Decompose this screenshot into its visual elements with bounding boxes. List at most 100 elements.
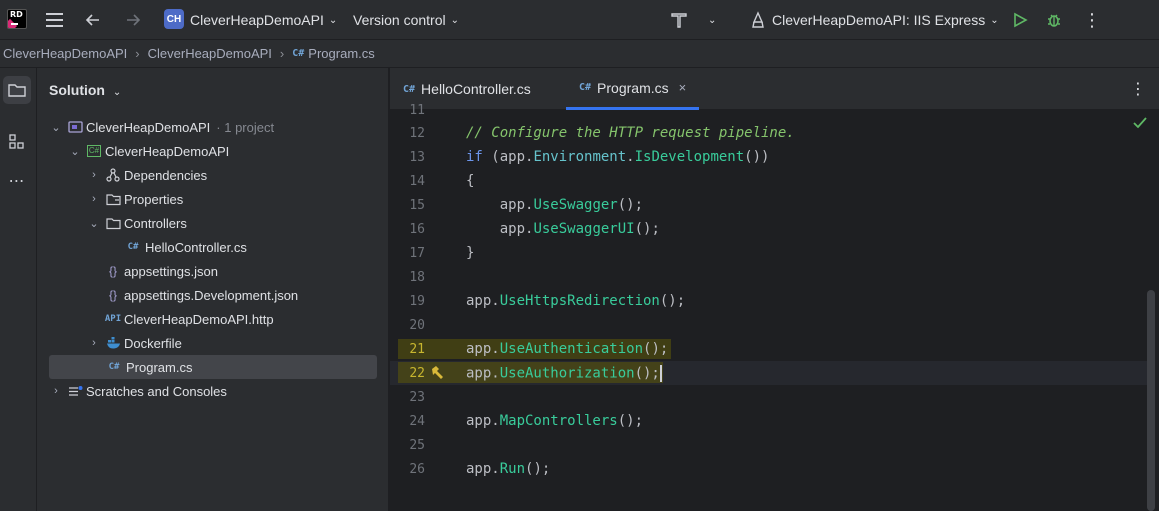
chevron-right-icon[interactable]: ›	[49, 385, 63, 397]
tree-item-label: CleverHeapDemoAPI	[105, 143, 230, 159]
tree-item-appsettings-development[interactable]: {} appsettings.Development.json	[49, 283, 377, 307]
chevron-right-icon[interactable]: ›	[87, 169, 101, 181]
panel-title: Solution	[49, 82, 105, 98]
hammer-gutter-icon[interactable]	[430, 364, 446, 384]
json-file-icon: {}	[108, 288, 117, 302]
breadcrumb-item[interactable]: Program.cs	[308, 46, 374, 61]
run-icon[interactable]	[1012, 0, 1028, 40]
code-line: 12 // Configure the HTTP request pipelin…	[390, 121, 1147, 145]
tree-item-project[interactable]: ⌄ C# CleverHeapDemoAPI	[49, 139, 377, 163]
version-control-label: Version control	[353, 12, 446, 28]
editor: C# HelloController.cs C# Program.cs × ⋮ …	[390, 68, 1159, 511]
code-text: }	[466, 245, 475, 261]
code-line: 18	[390, 265, 1147, 289]
code-area[interactable]: 11 12 // Configure the HTTP request pipe…	[390, 103, 1159, 511]
breadcrumb-item[interactable]: CleverHeapDemoAPI	[148, 46, 272, 61]
chevron-down-icon: ⌄	[112, 87, 122, 98]
code-text: app.UseAuthorization();	[466, 364, 662, 382]
more-tool-windows-icon[interactable]: ⋯	[3, 167, 31, 195]
structure-icon[interactable]	[3, 128, 31, 156]
tree-item-program[interactable]: C# Program.cs	[49, 355, 377, 379]
tree-item-label: CleverHeapDemoAPI	[86, 119, 211, 135]
line-number: 18	[409, 269, 425, 285]
code-text: app.UseSwaggerUI();	[466, 221, 660, 237]
chevron-down-icon[interactable]: ⌄	[49, 121, 63, 134]
tree-item-label: appsettings.Development.json	[124, 287, 299, 303]
code-line: 15 app.UseSwagger();	[390, 193, 1147, 217]
rider-logo-icon[interactable]: RD	[7, 9, 27, 29]
close-icon[interactable]: ×	[679, 80, 687, 95]
build-hammer-icon[interactable]	[669, 0, 689, 40]
code-text: app.UseHttpsRedirection();	[466, 293, 686, 309]
line-number: 22	[409, 365, 425, 381]
line-number: 19	[409, 293, 425, 309]
tool-window-strip: ⋯	[0, 68, 37, 511]
chevron-right-icon[interactable]: ›	[87, 193, 101, 205]
run-config-label: CleverHeapDemoAPI: IIS Express	[772, 12, 986, 28]
vertical-scrollbar[interactable]	[1147, 290, 1155, 511]
tree-item-label: Dependencies	[124, 167, 208, 183]
panel-header[interactable]: Solution ⌄	[49, 82, 121, 98]
breadcrumb-item[interactable]: CleverHeapDemoAPI	[3, 46, 127, 61]
code-text: if (app.Environment.IsDevelopment())	[466, 149, 770, 165]
csharp-file-icon: C#	[579, 82, 592, 93]
tree-item-label: Scratches and Consoles	[86, 383, 227, 399]
run-config-selector[interactable]: CleverHeapDemoAPI: IIS Express ⌄	[750, 0, 999, 40]
tree-item-http-file[interactable]: API CleverHeapDemoAPI.http	[49, 307, 377, 331]
code-line: 16 app.UseSwaggerUI();	[390, 217, 1147, 241]
csharp-file-icon: C#	[403, 83, 416, 95]
chevron-down-icon[interactable]: ⌄	[68, 145, 82, 158]
project-switcher[interactable]: CleverHeapDemoAPI ⌄	[190, 0, 337, 40]
code-comment: // Configure the HTTP request pipeline.	[466, 125, 795, 141]
csharp-file-icon: C#	[127, 242, 139, 252]
tree-item-properties[interactable]: › Properties	[49, 187, 377, 211]
tab-label: HelloController.cs	[421, 81, 531, 97]
solution-icon	[67, 120, 83, 134]
tree-item-dockerfile[interactable]: › Dockerfile	[49, 331, 377, 355]
code-text: app.UseSwagger();	[466, 197, 644, 213]
line-number: 21	[409, 341, 425, 357]
code-line: 19 app.UseHttpsRedirection();	[390, 289, 1147, 313]
code-line: 11	[390, 98, 1147, 122]
version-control-menu[interactable]: Version control ⌄	[353, 0, 459, 40]
chevron-down-icon[interactable]: ⌄	[87, 217, 101, 230]
iis-express-icon	[752, 11, 764, 28]
docker-icon	[105, 337, 121, 349]
solution-panel: Solution ⌄ ⌄ CleverHeapDemoAPI · 1 proje…	[37, 68, 389, 511]
line-number: 11	[409, 102, 425, 118]
tree-item-label: Properties	[124, 191, 184, 207]
more-options-icon[interactable]: ⋮	[1083, 0, 1101, 40]
main-menu-icon[interactable]	[46, 13, 63, 27]
project-folder-icon[interactable]	[3, 76, 31, 104]
line-number: 13	[409, 149, 425, 165]
csharp-file-icon: C#	[292, 48, 305, 59]
chevron-down-icon: ⌄	[328, 14, 338, 26]
http-api-file-icon: API	[104, 314, 122, 324]
code-line: 21 app.UseAuthentication();	[390, 337, 1147, 361]
csharp-file-icon: C#	[108, 362, 120, 372]
line-number: 16	[409, 221, 425, 237]
back-icon[interactable]	[84, 0, 102, 40]
forward-icon[interactable]	[124, 0, 142, 40]
tree-item-solution[interactable]: ⌄ CleverHeapDemoAPI · 1 project	[49, 115, 377, 139]
scratches-icon	[67, 385, 83, 398]
chevron-down-icon: ⌄	[450, 14, 459, 26]
code-text: app.Run();	[466, 461, 551, 477]
tree-item-dependencies[interactable]: › Dependencies	[49, 163, 377, 187]
debug-icon[interactable]	[1045, 0, 1063, 40]
chevron-right-icon[interactable]: ›	[87, 337, 101, 349]
code-line: 25	[390, 433, 1147, 457]
build-chevron-down-icon[interactable]: ⌄	[708, 0, 716, 40]
line-number: 15	[409, 197, 425, 213]
tree-item-appsettings[interactable]: {} appsettings.json	[49, 259, 377, 283]
tree-item-scratches[interactable]: › Scratches and Consoles	[49, 379, 377, 403]
code-text: app.UseAuthentication();	[466, 341, 669, 357]
tree-item-hellocontroller[interactable]: C# HelloController.cs	[49, 235, 377, 259]
line-number: 20	[409, 317, 425, 333]
project-badge[interactable]: CH	[164, 9, 184, 29]
line-number: 26	[409, 461, 425, 477]
dependencies-icon	[105, 168, 121, 182]
line-number: 23	[409, 389, 425, 405]
tree-item-controllers[interactable]: ⌄ Controllers	[49, 211, 377, 235]
tab-label: Program.cs	[597, 79, 669, 96]
